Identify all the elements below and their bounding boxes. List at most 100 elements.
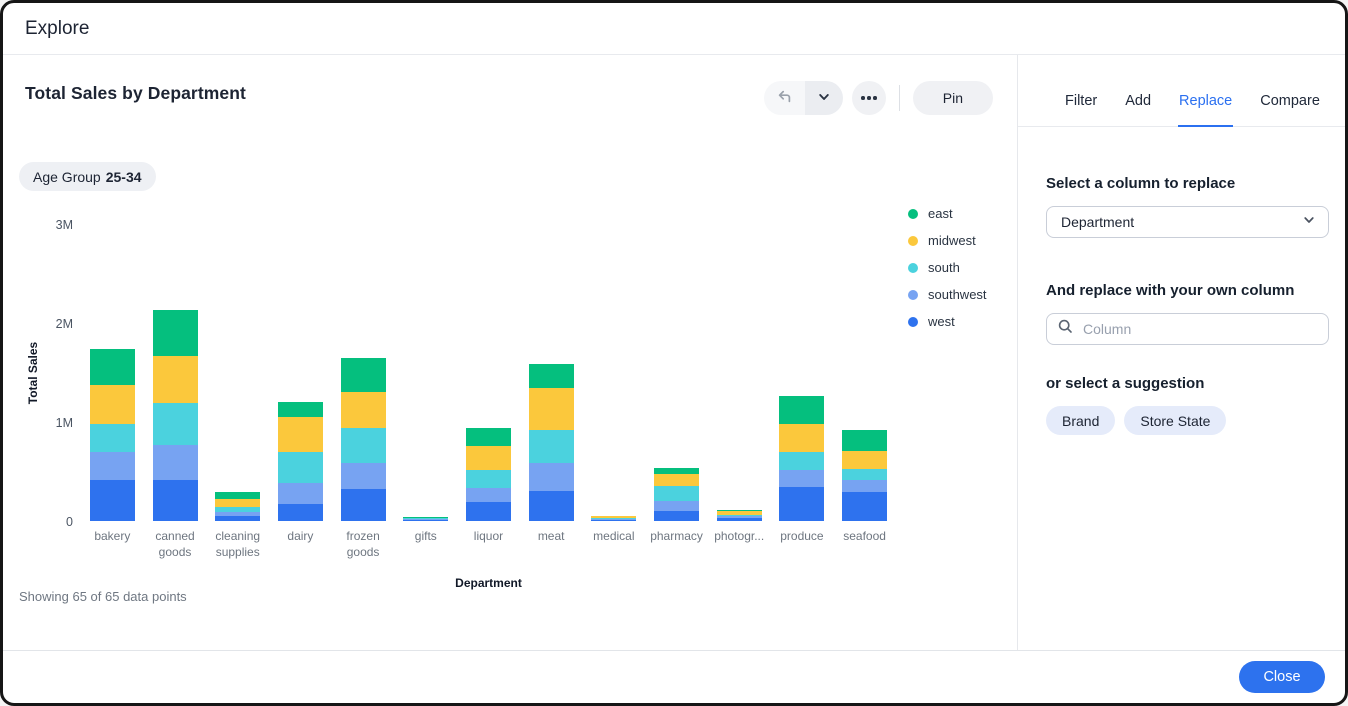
bar-segment-midwest-canned-goods[interactable] (152, 356, 198, 403)
bar-segment-midwest-meat[interactable] (528, 388, 574, 430)
bar-segment-west-bakery[interactable] (89, 480, 135, 521)
bar-slot-produce (771, 396, 834, 521)
bar-segment-south-seafood[interactable] (842, 469, 888, 480)
bar-segment-east-bakery[interactable] (89, 349, 135, 385)
bar-segment-west-gifts[interactable] (403, 520, 449, 521)
bar-segment-west-dairy[interactable] (277, 504, 323, 521)
toolbar-divider (898, 85, 900, 111)
bar-segment-west-cleaning-supplies[interactable] (215, 516, 261, 521)
bar-cleaning-supplies (215, 492, 261, 521)
bar-segment-east-meat[interactable] (528, 364, 574, 388)
suggestion-chip-brand[interactable]: Brand (1046, 406, 1116, 435)
bar-segment-southwest-pharmacy[interactable] (654, 501, 700, 511)
bar-segment-south-liquor[interactable] (465, 470, 511, 488)
column-to-replace-select[interactable]: Department (1046, 206, 1329, 238)
bar-segment-west-liquor[interactable] (465, 502, 511, 521)
x-label-gifts: gifts (414, 529, 437, 543)
tab-replace[interactable]: Replace (1178, 93, 1234, 127)
bar-segment-southwest-canned-goods[interactable] (152, 445, 198, 480)
bar-segment-midwest-pharmacy[interactable] (654, 474, 700, 486)
tab-compare[interactable]: Compare (1259, 93, 1321, 127)
bar-segment-southwest-seafood[interactable] (842, 480, 888, 492)
bar-slot-meat (520, 364, 583, 521)
undo-arrow-icon (776, 88, 793, 108)
bar-segment-midwest-bakery[interactable] (89, 385, 135, 424)
bar-segment-east-cleaning-supplies[interactable] (215, 492, 261, 499)
legend-item-east[interactable]: east (908, 206, 987, 221)
bar-segment-midwest-liquor[interactable] (465, 446, 511, 470)
bar-segment-west-photogr[interactable] (716, 518, 762, 521)
window-header: Explore (3, 3, 1345, 55)
bar-segment-southwest-bakery[interactable] (89, 452, 135, 480)
pin-button[interactable]: Pin (912, 81, 993, 115)
bar-segment-southwest-liquor[interactable] (465, 488, 511, 502)
x-label-canned-goods: canned goods (155, 529, 195, 559)
bar-segment-south-pharmacy[interactable] (654, 486, 700, 501)
replace-with-heading: And replace with your own column (1046, 282, 1295, 299)
bar-slot-dairy (269, 402, 332, 521)
bar-slot-cleaning-supplies (206, 492, 269, 521)
bar-segment-midwest-dairy[interactable] (277, 417, 323, 452)
bar-segment-east-frozen-goods[interactable] (340, 358, 386, 392)
window-footer: Close (3, 650, 1345, 703)
filter-chip-age-group[interactable]: Age Group 25-34 (19, 162, 156, 191)
bar-segment-south-dairy[interactable] (277, 452, 323, 483)
legend-dot-east (908, 208, 918, 219)
bar-segment-west-frozen-goods[interactable] (340, 489, 386, 521)
bar-segment-west-canned-goods[interactable] (152, 480, 198, 521)
legend-item-midwest[interactable]: midwest (908, 233, 987, 248)
bar-photogr (716, 510, 762, 521)
bar-segment-southwest-meat[interactable] (528, 463, 574, 491)
more-options-button[interactable] (851, 81, 886, 115)
bar-segment-south-bakery[interactable] (89, 424, 135, 452)
filter-chip-value: 25-34 (105, 168, 142, 185)
legend-label-west: west (928, 314, 955, 329)
bar-segment-east-dairy[interactable] (277, 402, 323, 417)
bar-segment-east-seafood[interactable] (842, 430, 888, 451)
bar-segment-south-produce[interactable] (779, 452, 825, 470)
bar-segment-midwest-frozen-goods[interactable] (340, 392, 386, 428)
suggestion-chip-store-state[interactable]: Store State (1124, 406, 1227, 435)
bar-segment-east-produce[interactable] (779, 396, 825, 424)
tab-add[interactable]: Add (1124, 93, 1152, 127)
legend-label-southwest: southwest (928, 287, 987, 302)
bar-segment-midwest-cleaning-supplies[interactable] (215, 499, 261, 507)
legend-item-south[interactable]: south (908, 260, 987, 275)
bar-segment-southwest-produce[interactable] (779, 470, 825, 487)
bar-segment-southwest-dairy[interactable] (277, 483, 323, 504)
close-button[interactable]: Close (1239, 661, 1325, 693)
legend-item-southwest[interactable]: southwest (908, 287, 987, 302)
bar-slot-medical (583, 516, 646, 521)
legend-dot-midwest (908, 235, 918, 246)
legend-item-west[interactable]: west (908, 314, 987, 329)
bar-segment-west-produce[interactable] (779, 487, 825, 521)
undo-button[interactable] (763, 81, 805, 115)
bar-segment-west-pharmacy[interactable] (654, 511, 700, 521)
bar-slot-bakery (81, 349, 144, 521)
y-tick-0: 0 (66, 515, 73, 529)
y-tick-1m: 1M (55, 416, 73, 430)
bar-segment-west-medical[interactable] (591, 520, 637, 521)
bar-segment-midwest-produce[interactable] (779, 424, 825, 452)
legend-label-east: east (928, 206, 953, 221)
bar-liquor (465, 428, 511, 521)
bar-slot-canned-goods (144, 310, 207, 521)
x-axis-labels: bakery canned goods cleaning supplies dairy… (81, 529, 896, 560)
bar-segment-southwest-frozen-goods[interactable] (340, 463, 386, 489)
undo-history-dropdown-button[interactable] (804, 81, 843, 115)
chevron-down-icon (1302, 213, 1316, 232)
x-label-frozen-goods: frozen goods (346, 529, 380, 559)
tab-filter[interactable]: Filter (1064, 93, 1098, 127)
bar-segment-south-canned-goods[interactable] (152, 403, 198, 445)
x-label-bakery: bakery (94, 529, 131, 543)
bar-segment-south-meat[interactable] (528, 430, 574, 463)
bar-segment-east-liquor[interactable] (465, 428, 511, 446)
y-tick-3m: 3M (55, 218, 73, 232)
bar-segment-west-seafood[interactable] (842, 492, 888, 521)
bar-segment-south-frozen-goods[interactable] (340, 428, 386, 463)
legend-label-midwest: midwest (928, 233, 976, 248)
bar-segment-west-meat[interactable] (528, 491, 574, 521)
column-search-input[interactable] (1083, 321, 1318, 337)
bar-segment-midwest-seafood[interactable] (842, 451, 888, 469)
bar-segment-east-canned-goods[interactable] (152, 310, 198, 356)
